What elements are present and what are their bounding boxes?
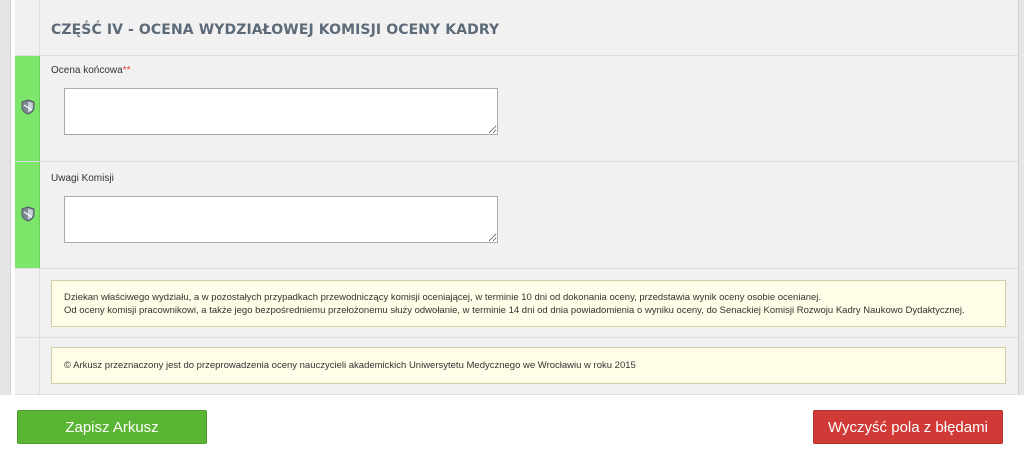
deadline-note-line1: Dziekan właściwego wydziału, a w pozosta… xyxy=(64,292,822,303)
deadline-note-row: Dziekan właściwego wydziału, a w pozosta… xyxy=(15,269,1018,338)
clear-error-fields-button[interactable]: Wyczyść pola z błędami xyxy=(813,410,1003,444)
left-border xyxy=(0,0,11,395)
section-panel: CZĘŚĆ IV - OCENA WYDZIAŁOWEJ KOMISJI OCE… xyxy=(15,0,1018,395)
form-page: CZĘŚĆ IV - OCENA WYDZIAŁOWEJ KOMISJI OCE… xyxy=(0,0,1024,459)
copyright-note-row: © Arkusz przeznaczony jest do przeprowad… xyxy=(15,338,1018,395)
right-border xyxy=(1018,0,1024,395)
deadline-note: Dziekan właściwego wydziału, a w pozosta… xyxy=(51,280,1006,327)
shield-check-icon xyxy=(21,206,35,222)
shield-check-icon xyxy=(21,99,35,115)
committee-remarks-textarea[interactable] xyxy=(64,196,498,243)
final-grade-label: Ocena końcowa** xyxy=(51,65,131,76)
field-row-committee-remarks: Uwagi Komisji xyxy=(15,162,1018,269)
required-marker: ** xyxy=(122,65,131,76)
deadline-note-line2: Od oceny komisji pracownikowi, a także j… xyxy=(64,305,965,316)
committee-remarks-label: Uwagi Komisji xyxy=(51,173,114,184)
final-grade-textarea[interactable] xyxy=(64,88,498,135)
section-title: CZĘŚĆ IV - OCENA WYDZIAŁOWEJ KOMISJI OCE… xyxy=(51,22,500,38)
valid-status-indicator xyxy=(15,162,40,268)
row-gutter xyxy=(15,0,40,55)
row-gutter xyxy=(15,269,40,337)
copyright-note: © Arkusz przeznaczony jest do przeprowad… xyxy=(51,347,1006,384)
field-row-final-grade: Ocena końcowa** xyxy=(15,56,1018,162)
section-header-row: CZĘŚĆ IV - OCENA WYDZIAŁOWEJ KOMISJI OCE… xyxy=(15,0,1018,56)
copyright-text: © Arkusz przeznaczony jest do przeprowad… xyxy=(64,360,636,371)
save-sheet-button[interactable]: Zapisz Arkusz xyxy=(17,410,207,444)
valid-status-indicator xyxy=(15,56,40,161)
row-gutter xyxy=(15,338,40,394)
